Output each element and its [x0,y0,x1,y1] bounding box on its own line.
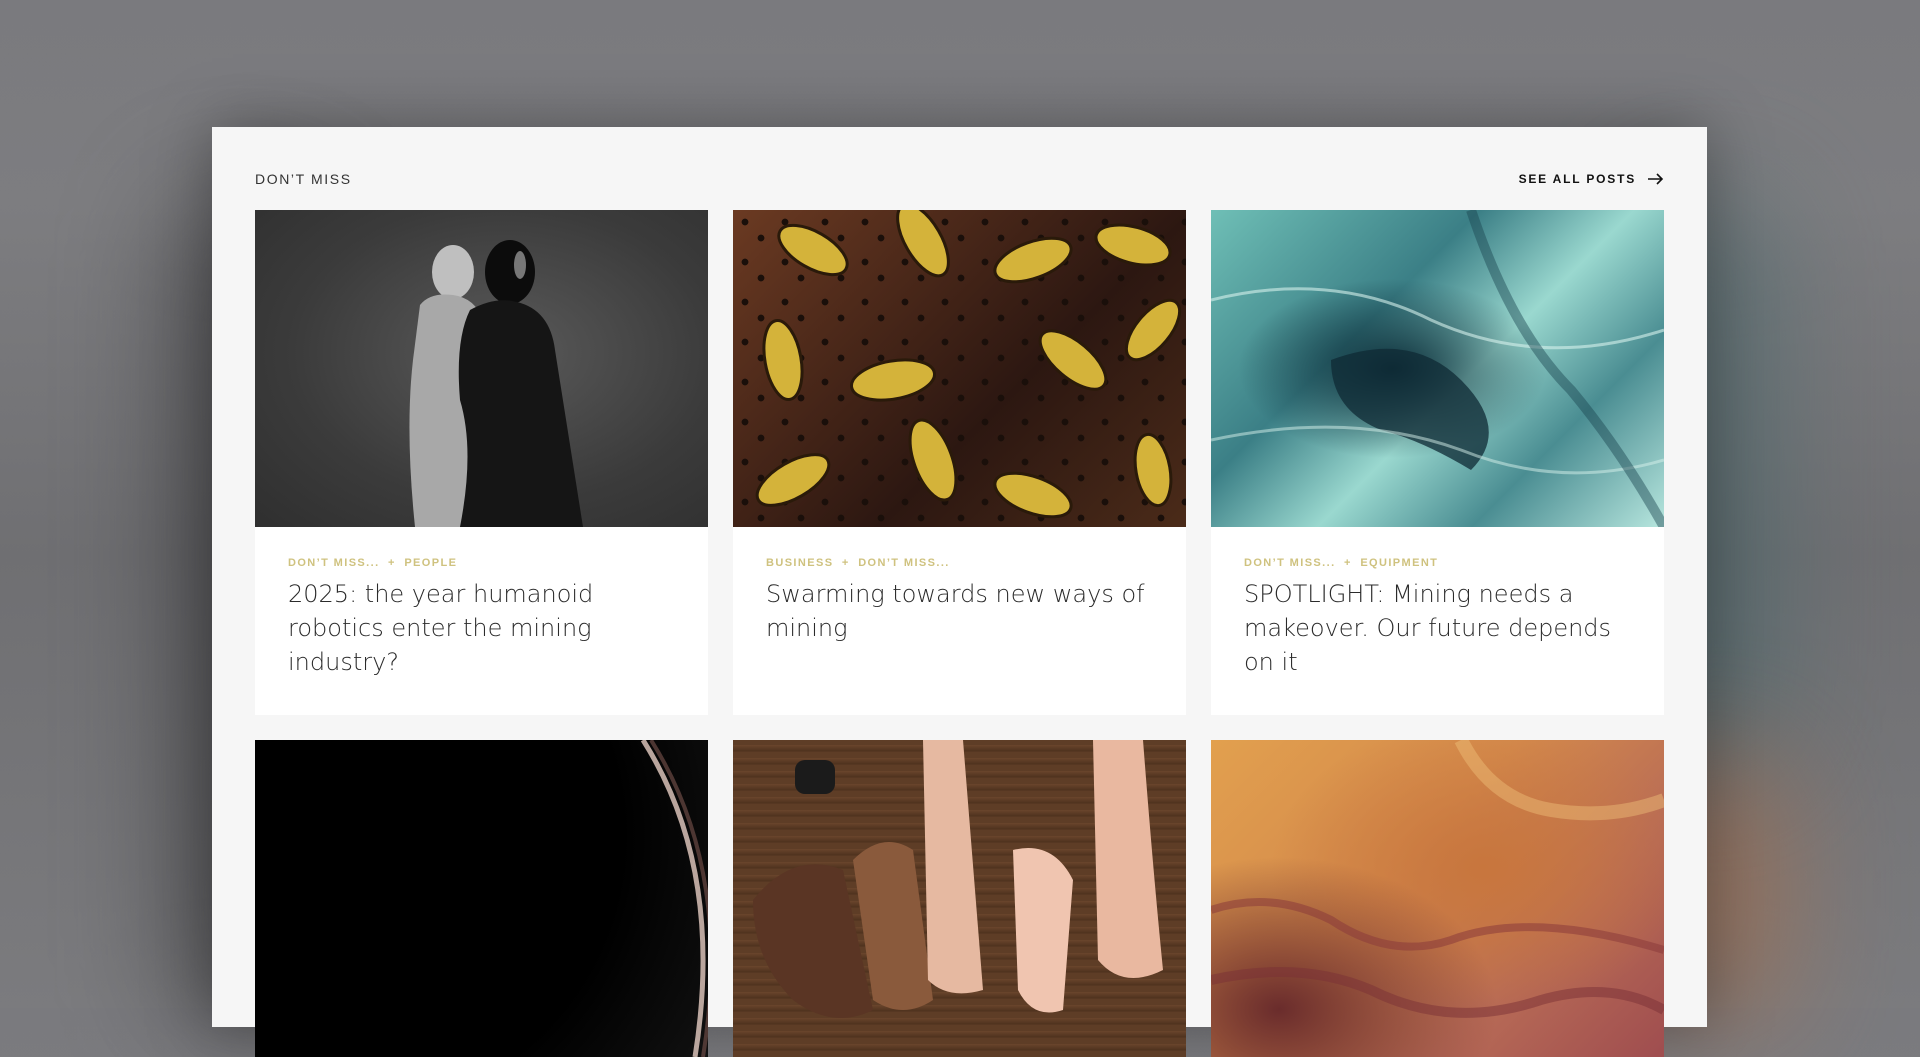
post-card[interactable] [255,740,708,1057]
hands-photo-icon [753,740,1163,1018]
arrow-right-icon [1648,173,1664,185]
post-title[interactable]: 2025: the year humanoid robotics enter t… [288,577,675,679]
panel-header: DON’T MISS SEE ALL POSTS [255,167,1664,191]
planet-photo-icon [640,740,708,1057]
see-all-posts-label: SEE ALL POSTS [1518,172,1636,186]
category-link[interactable]: PEOPLE [404,557,457,569]
post-thumbnail[interactable] [1211,740,1664,1057]
post-thumbnail[interactable] [255,210,708,527]
post-thumbnail[interactable] [733,740,1186,1057]
section-title: DON’T MISS [255,171,352,187]
post-card[interactable] [1211,740,1664,1057]
desert-photo-icon [1211,740,1664,1018]
post-card[interactable]: DON’T MISS... + PEOPLE 2025: the year hu… [255,210,708,715]
post-title[interactable]: Swarming towards new ways of mining [766,577,1153,679]
robots-photo-icon [409,240,583,527]
category-link[interactable]: BUSINESS [766,557,833,569]
dont-miss-panel: DON’T MISS SEE ALL POSTS DON’T MISS... +… [212,127,1707,1057]
post-card[interactable] [733,740,1186,1057]
category-link[interactable]: EQUIPMENT [1360,557,1438,569]
post-thumbnail[interactable] [1211,210,1664,527]
post-categories: BUSINESS + DON’T MISS... [766,557,1153,569]
post-categories: DON’T MISS... + EQUIPMENT [1244,557,1631,569]
post-title[interactable]: SPOTLIGHT: Mining needs a makeover. Our … [1244,577,1631,679]
category-separator: + [388,557,396,569]
posts-grid: DON’T MISS... + PEOPLE 2025: the year hu… [255,210,1664,1057]
category-link[interactable]: DON’T MISS... [288,557,380,569]
post-thumbnail[interactable] [733,210,1186,527]
see-all-posts-link[interactable]: SEE ALL POSTS [1519,172,1664,186]
category-link[interactable]: DON’T MISS... [858,557,950,569]
bees-photo-icon [755,210,1182,519]
category-link[interactable]: DON’T MISS... [1244,557,1336,569]
post-card[interactable]: DON’T MISS... + EQUIPMENT SPOTLIGHT: Min… [1211,210,1664,715]
post-card[interactable]: BUSINESS + DON’T MISS... Swarming toward… [733,210,1186,715]
category-separator: + [1344,557,1352,569]
post-categories: DON’T MISS... + PEOPLE [288,557,675,569]
category-separator: + [841,557,850,569]
post-thumbnail[interactable] [255,740,708,1057]
glacier-photo-icon [1211,210,1664,527]
